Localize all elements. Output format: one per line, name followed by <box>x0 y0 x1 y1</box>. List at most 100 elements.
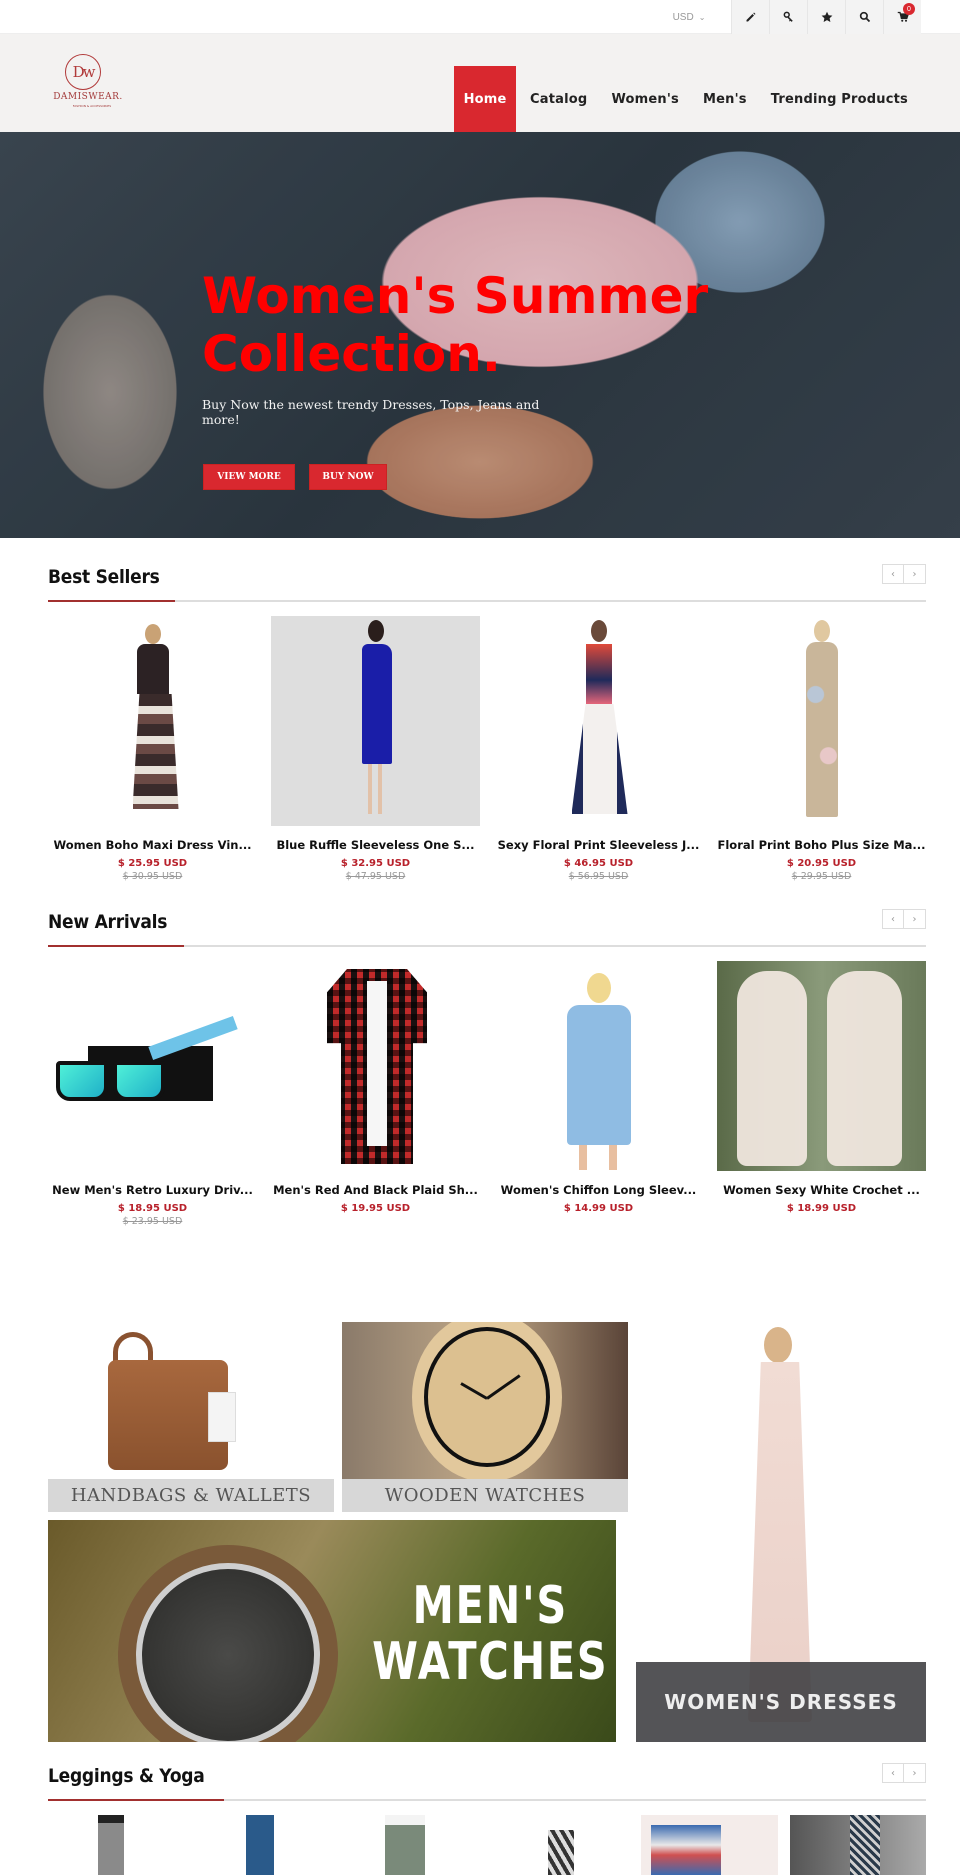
product-name: Women Sexy White Crochet ... <box>723 1183 920 1197</box>
product-price: $ 25.95 USD <box>117 858 188 869</box>
logo-brand: DAMISWEAR. <box>53 92 123 102</box>
chevron-right-icon: › <box>912 913 917 925</box>
product-image <box>717 616 926 826</box>
chevron-right-icon: › <box>912 568 917 580</box>
hero-subtitle: Buy Now the newest trendy Dresses, Tops,… <box>202 397 540 427</box>
product-name: Women Boho Maxi Dress Vin... <box>53 838 252 852</box>
currency-label: USD <box>672 11 694 23</box>
product-image[interactable] <box>48 1815 184 1875</box>
prev-arrow-button[interactable]: ‹ <box>882 909 904 929</box>
key-button[interactable] <box>769 0 807 34</box>
section-underline <box>48 600 175 602</box>
mens-watches-title: MEN'S WATCHES <box>372 1578 608 1690</box>
product-image[interactable] <box>789 1815 926 1875</box>
product-card[interactable]: Floral Print Boho Plus Size Ma... $ 20.9… <box>717 616 926 882</box>
section-title: New Arrivals <box>48 911 168 933</box>
nav-trending-products[interactable]: Trending Products <box>759 66 920 132</box>
prev-arrow-button[interactable]: ‹ <box>882 564 904 584</box>
currency-selector[interactable]: USD ⌄ <box>659 0 719 34</box>
product-image <box>271 616 480 826</box>
nav-home[interactable]: Home <box>454 66 517 132</box>
wishlist-button[interactable] <box>807 0 845 34</box>
cart-button[interactable]: 0 <box>883 0 921 34</box>
handbags-wallets-promo[interactable]: HANDBAGS & WALLETS <box>48 1322 334 1512</box>
product-name: Sexy Floral Print Sleeveless J... <box>497 838 700 852</box>
product-card[interactable]: Women Boho Maxi Dress Vin... $ 25.95 USD… <box>48 616 257 882</box>
product-image <box>48 616 257 826</box>
product-image[interactable] <box>345 1815 481 1875</box>
womens-dresses-promo[interactable]: WOMEN'S DRESSES <box>636 1322 926 1742</box>
product-image <box>48 961 257 1171</box>
mens-watches-line2: WATCHES <box>371 1632 608 1692</box>
product-name: Floral Print Boho Plus Size Ma... <box>717 838 926 852</box>
nav-womens[interactable]: Women's <box>599 66 691 132</box>
wooden-watches-promo[interactable]: WOODEN WATCHES <box>342 1322 628 1512</box>
product-price: $ 19.95 USD <box>340 1203 411 1214</box>
product-image[interactable] <box>493 1815 629 1875</box>
product-old-price: $ 29.95 USD <box>791 871 852 882</box>
promo-label: HANDBAGS & WALLETS <box>48 1479 334 1512</box>
search-button[interactable] <box>845 0 883 34</box>
product-name: New Men's Retro Luxury Driv... <box>52 1183 253 1197</box>
promo-label: WOMEN'S DRESSES <box>636 1662 926 1742</box>
product-image <box>717 961 926 1171</box>
leggings-yoga-section: Leggings & Yoga ‹ › <box>48 1757 926 1875</box>
product-card[interactable]: Men's Red And Black Plaid Sh... $ 19.95 … <box>271 961 480 1227</box>
chevron-right-icon: › <box>912 1767 917 1779</box>
product-price: $ 20.95 USD <box>786 858 857 869</box>
product-price: $ 14.99 USD <box>563 1203 634 1214</box>
prev-arrow-button[interactable]: ‹ <box>882 1763 904 1783</box>
pencil-icon <box>746 12 755 22</box>
view-more-button[interactable]: VIEW MORE <box>203 464 295 490</box>
new-arrivals-section: New Arrivals ‹ › New Men's Retro Luxury … <box>48 903 926 1227</box>
next-arrow-button[interactable]: › <box>904 909 926 929</box>
product-image <box>271 961 480 1171</box>
promo-label: WOODEN WATCHES <box>342 1479 628 1512</box>
search-icon <box>859 11 870 23</box>
product-old-price: $ 23.95 USD <box>122 1216 183 1227</box>
chevron-left-icon: ‹ <box>891 913 895 925</box>
hero-banner: Women's Summer Collection. Buy Now the n… <box>0 132 960 538</box>
product-price: $ 18.95 USD <box>117 1203 188 1214</box>
product-name: Men's Red And Black Plaid Sh... <box>273 1183 478 1197</box>
product-card[interactable]: Sexy Floral Print Sleeveless J... $ 46.9… <box>494 616 703 882</box>
product-card[interactable]: Women's Chiffon Long Sleev... $ 14.99 US… <box>494 961 703 1227</box>
product-card[interactable]: New Men's Retro Luxury Driv... $ 18.95 U… <box>48 961 257 1227</box>
mens-watches-line1: MEN'S <box>412 1576 568 1636</box>
nav-catalog[interactable]: Catalog <box>518 66 599 132</box>
next-arrow-button[interactable]: › <box>904 564 926 584</box>
logo[interactable]: Dw DAMISWEAR. FASHION & ACCESSORIES <box>48 54 128 114</box>
product-image[interactable] <box>196 1815 332 1875</box>
mens-watches-promo[interactable]: MEN'S WATCHES <box>48 1520 616 1742</box>
section-header: New Arrivals ‹ › <box>48 903 926 947</box>
buy-now-button[interactable]: BUY NOW <box>309 464 387 490</box>
product-card[interactable]: Blue Ruffle Sleeveless One S... $ 32.95 … <box>271 616 480 882</box>
pencil-button[interactable] <box>731 0 769 34</box>
section-header: Best Sellers ‹ › <box>48 558 926 602</box>
product-old-price: $ 47.95 USD <box>345 871 406 882</box>
product-image[interactable] <box>641 1815 778 1875</box>
hero-title: Women's Summer Collection. <box>202 267 709 383</box>
product-name: Blue Ruffle Sleeveless One S... <box>276 838 475 852</box>
section-underline <box>48 945 184 947</box>
star-icon <box>821 11 832 22</box>
section-underline <box>48 1799 224 1801</box>
product-price: $ 18.99 USD <box>786 1203 857 1214</box>
product-old-price: $ 56.95 USD <box>568 871 629 882</box>
nav-mens[interactable]: Men's <box>691 66 759 132</box>
product-name: Women's Chiffon Long Sleev... <box>500 1183 697 1197</box>
product-image <box>494 961 703 1171</box>
product-price: $ 32.95 USD <box>340 858 411 869</box>
product-image <box>494 616 703 826</box>
main-nav: Home Catalog Women's Men's Trending Prod… <box>454 66 920 132</box>
section-title: Leggings & Yoga <box>48 1765 205 1787</box>
chevron-down-icon: ⌄ <box>698 12 706 22</box>
best-sellers-section: Best Sellers ‹ › Women Boho Maxi Dress V… <box>48 558 926 882</box>
cart-count-badge: 0 <box>903 3 915 15</box>
next-arrow-button[interactable]: › <box>904 1763 926 1783</box>
logo-tagline: FASHION & ACCESSORIES <box>72 104 112 108</box>
section-title: Best Sellers <box>48 566 160 588</box>
product-card[interactable]: Women Sexy White Crochet ... $ 18.99 USD <box>717 961 926 1227</box>
key-icon <box>783 11 793 22</box>
site-header: Dw DAMISWEAR. FASHION & ACCESSORIES Home… <box>0 34 960 132</box>
